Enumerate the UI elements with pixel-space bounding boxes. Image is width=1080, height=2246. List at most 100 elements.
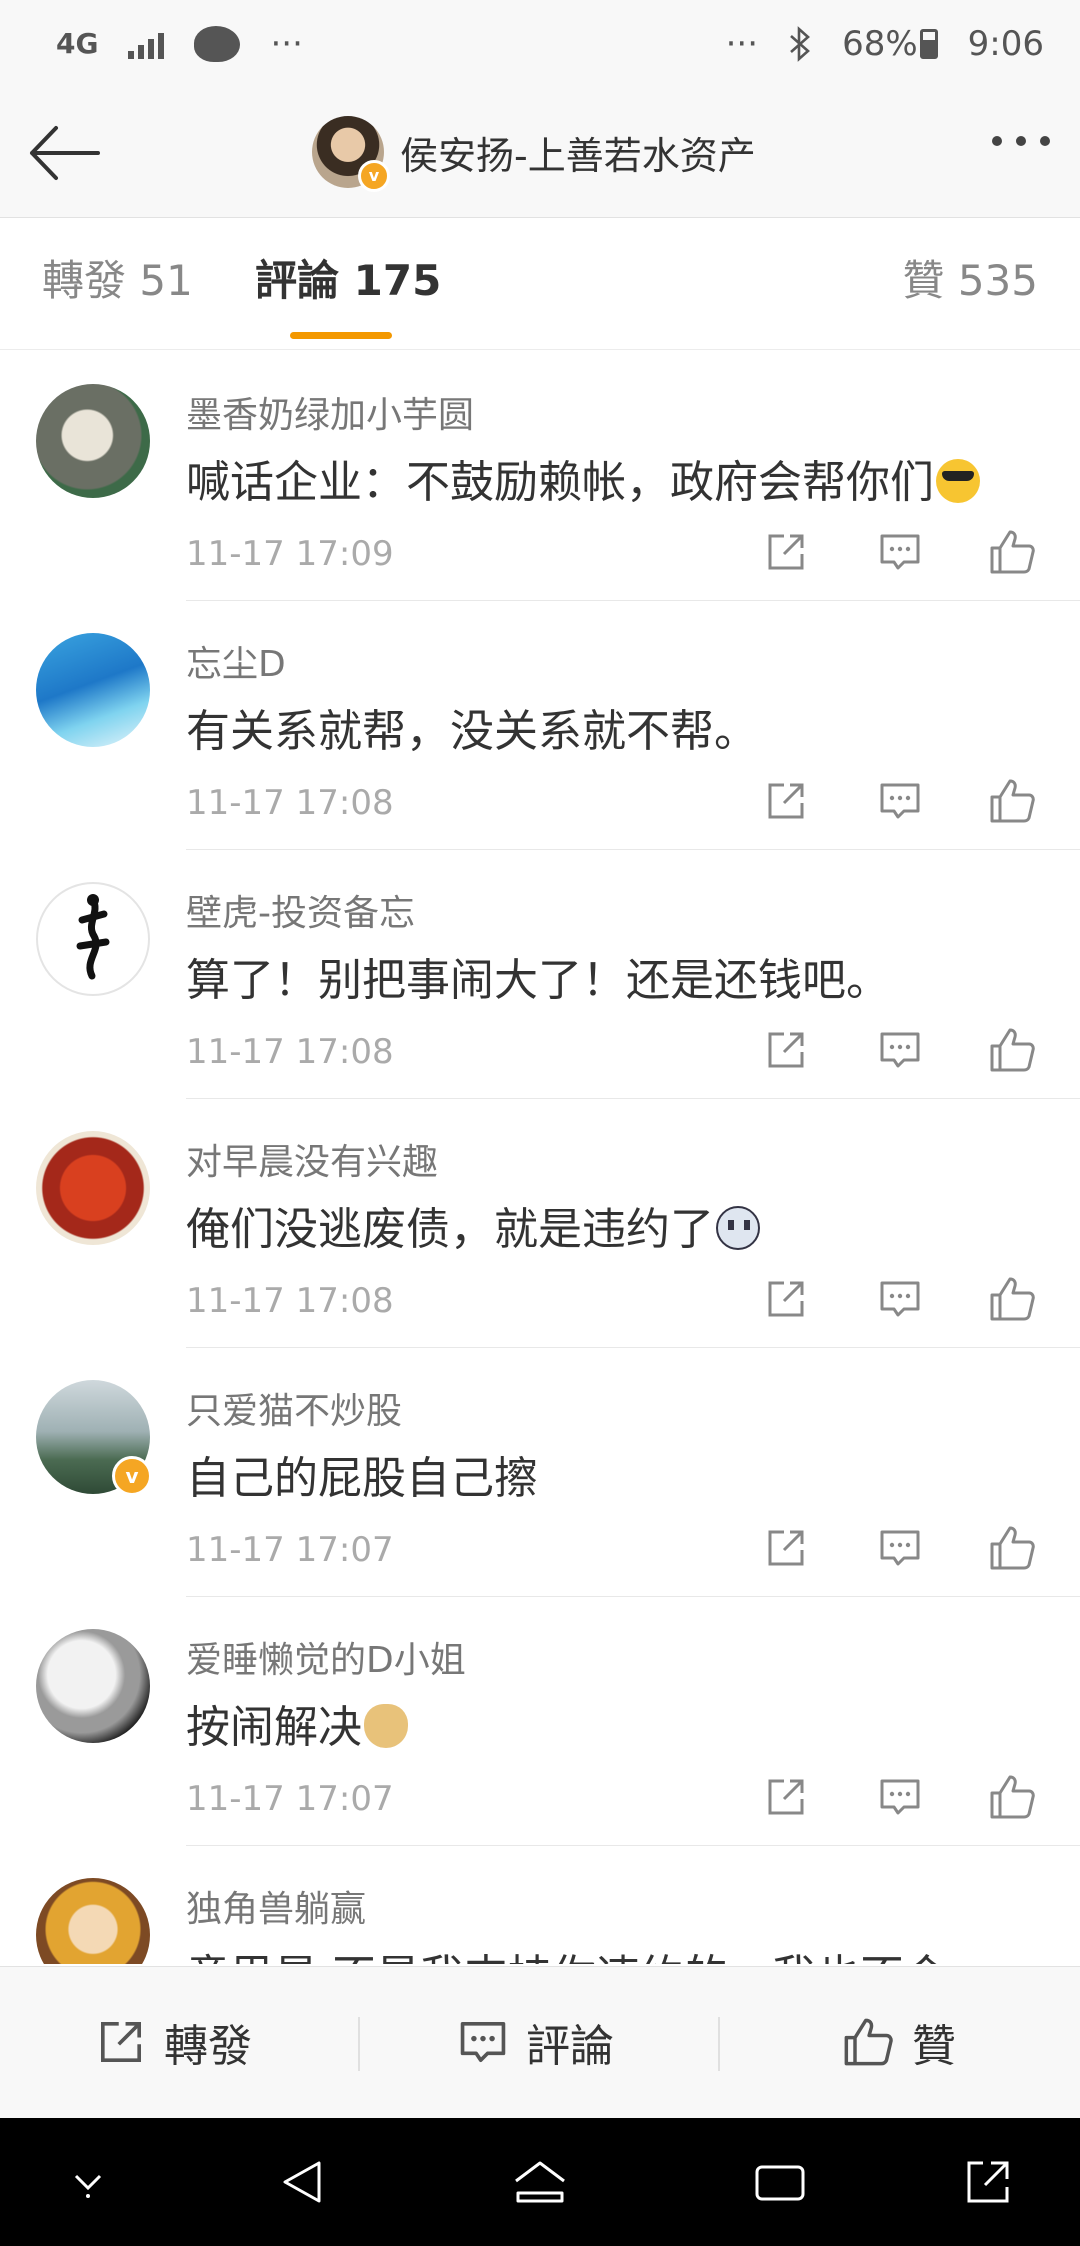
like-action-button[interactable]: 贊 xyxy=(842,1967,956,2117)
comment-text: 自己的屁股自己擦 xyxy=(186,1453,538,1504)
nav-recents-button[interactable] xyxy=(750,2152,810,2212)
share-icon xyxy=(768,1281,804,1317)
thumbs-up-icon xyxy=(990,1028,1035,1072)
comment-item: 对早晨没有兴趣 俺们没逃废债，就是违约了 11-17 17:08 xyxy=(0,1099,1080,1348)
avatar[interactable] xyxy=(36,1629,150,1743)
more-notifications-dots: ··· xyxy=(270,24,303,64)
comment-time: 11-17 17:08 xyxy=(186,1281,394,1321)
comment-text: 意思是 不是我支持你违约的，我也不会 xyxy=(186,1940,948,1964)
network-type: 4G xyxy=(56,27,99,60)
like-button[interactable] xyxy=(984,1271,1040,1327)
reply-button[interactable] xyxy=(872,1022,928,1078)
cool-emoji-icon xyxy=(936,459,980,503)
ghost-emoji-icon xyxy=(716,1206,760,1250)
profile-title[interactable]: v 侯安扬-上善若水资产 xyxy=(312,116,756,192)
verified-badge-icon: v xyxy=(112,1456,152,1496)
share-icon xyxy=(768,783,804,819)
avatar[interactable] xyxy=(36,1131,150,1245)
tab-comments[interactable]: 評論 175 xyxy=(255,260,441,302)
like-button[interactable] xyxy=(984,524,1040,580)
thumbs-up-icon xyxy=(990,1277,1035,1321)
status-bar: 4G ··· ··· 68% 9:06 xyxy=(0,0,1080,88)
thumbs-up-icon xyxy=(844,2018,893,2066)
system-nav-bar xyxy=(0,2118,1080,2246)
comment-item: 忘尘D 有关系就帮，没关系就不帮。 11-17 17:08 xyxy=(0,601,1080,850)
avatar[interactable]: v xyxy=(36,1380,152,1496)
comment-author[interactable]: 爱睡懒觉的D小姐 xyxy=(186,1631,466,1683)
avatar[interactable]: v xyxy=(312,116,390,192)
repost-button[interactable] xyxy=(758,1520,814,1576)
avatar[interactable] xyxy=(36,384,150,498)
comment-author[interactable]: 墨香奶绿加小芋圆 xyxy=(186,386,474,438)
comment-author[interactable]: 独角兽躺赢 xyxy=(186,1880,366,1932)
comment-item: 爱睡懒觉的D小姐 按闹解决 11-17 17:07 xyxy=(0,1597,1080,1846)
repost-label: 轉發 xyxy=(164,2021,252,2072)
comment-icon xyxy=(880,1281,920,1317)
comment-item: 独角兽躺赢 意思是 不是我支持你违约的，我也不会 xyxy=(0,1846,1080,1964)
comment-author[interactable]: 忘尘D xyxy=(186,635,286,687)
home-icon xyxy=(515,2161,565,2203)
comment-author[interactable]: 对早晨没有兴趣 xyxy=(186,1133,438,1185)
signal-icon xyxy=(128,29,165,59)
avatar[interactable] xyxy=(36,633,150,747)
comment-icon xyxy=(460,2022,506,2062)
repost-button[interactable] xyxy=(758,1022,814,1078)
comment-actions xyxy=(758,524,1058,584)
nav-home-button[interactable] xyxy=(510,2152,570,2212)
thumbs-up-icon xyxy=(990,530,1035,574)
reply-button[interactable] xyxy=(872,773,928,829)
nav-back-button[interactable] xyxy=(272,2152,332,2212)
expand-icon xyxy=(967,2161,1009,2203)
reply-button[interactable] xyxy=(872,524,928,580)
repost-button[interactable] xyxy=(758,773,814,829)
comment-text: 喊话企业：不鼓励赖帐，政府会帮你们 xyxy=(186,446,980,510)
comment-author[interactable]: 壁虎-投资备忘 xyxy=(186,884,415,936)
comment-text: 有关系就帮，没关系就不帮。 xyxy=(186,706,758,757)
hide-keyboard-button[interactable] xyxy=(58,2152,118,2212)
comment-time: 11-17 17:07 xyxy=(186,1530,394,1570)
reply-button[interactable] xyxy=(872,1271,928,1327)
like-button[interactable] xyxy=(984,1769,1040,1825)
tab-likes[interactable]: 贊 535 xyxy=(902,260,1038,302)
tab-reposts[interactable]: 轉發 51 xyxy=(42,260,193,302)
comment-item: v 只爱猫不炒股 自己的屁股自己擦 11-17 17:07 xyxy=(0,1348,1080,1597)
nav-expand-button[interactable] xyxy=(958,2152,1018,2212)
share-icon xyxy=(768,1779,804,1815)
app-notification-icon xyxy=(194,26,241,62)
doge-emoji-icon xyxy=(364,1704,408,1748)
comment-icon xyxy=(880,783,920,819)
comment-label: 評論 xyxy=(526,2021,614,2072)
avatar[interactable] xyxy=(36,1878,150,1964)
verified-badge-icon: v xyxy=(358,160,390,192)
share-icon xyxy=(768,534,804,570)
back-button[interactable] xyxy=(26,118,106,188)
share-icon xyxy=(101,2022,141,2062)
active-tab-indicator xyxy=(290,332,392,339)
comment-author[interactable]: 只爱猫不炒股 xyxy=(186,1382,402,1434)
repost-action-button[interactable]: 轉發 xyxy=(96,1967,252,2117)
title-bar: v 侯安扬-上善若水资产 xyxy=(0,88,1080,218)
like-button[interactable] xyxy=(984,773,1040,829)
avatar[interactable] xyxy=(36,882,150,996)
back-arrow-icon xyxy=(30,126,100,180)
bottom-action-bar: 轉發 評論 贊 xyxy=(0,1966,1080,2118)
like-button[interactable] xyxy=(984,1520,1040,1576)
repost-button[interactable] xyxy=(758,1769,814,1825)
battery-percent: 68% xyxy=(842,24,918,64)
thumbs-up-icon xyxy=(990,1526,1035,1570)
repost-button[interactable] xyxy=(758,1271,814,1327)
comment-actions xyxy=(758,773,1058,833)
comment-icon xyxy=(880,534,920,570)
reply-button[interactable] xyxy=(872,1520,928,1576)
comment-list[interactable]: 墨香奶绿加小芋圆 喊话企业：不鼓励赖帐，政府会帮你们 11-17 17:09 忘… xyxy=(0,352,1080,1964)
comment-action-button[interactable]: 評論 xyxy=(458,1967,614,2117)
comment-item: 壁虎-投资备忘 算了！别把事闹大了！还是还钱吧。 11-17 17:08 xyxy=(0,850,1080,1099)
repost-button[interactable] xyxy=(758,524,814,580)
more-options-button[interactable] xyxy=(992,136,1050,146)
like-label: 贊 xyxy=(912,2021,956,2072)
reply-button[interactable] xyxy=(872,1769,928,1825)
like-button[interactable] xyxy=(984,1022,1040,1078)
comment-actions xyxy=(758,1769,1058,1829)
comment-icon xyxy=(880,1779,920,1815)
share-icon xyxy=(768,1530,804,1566)
